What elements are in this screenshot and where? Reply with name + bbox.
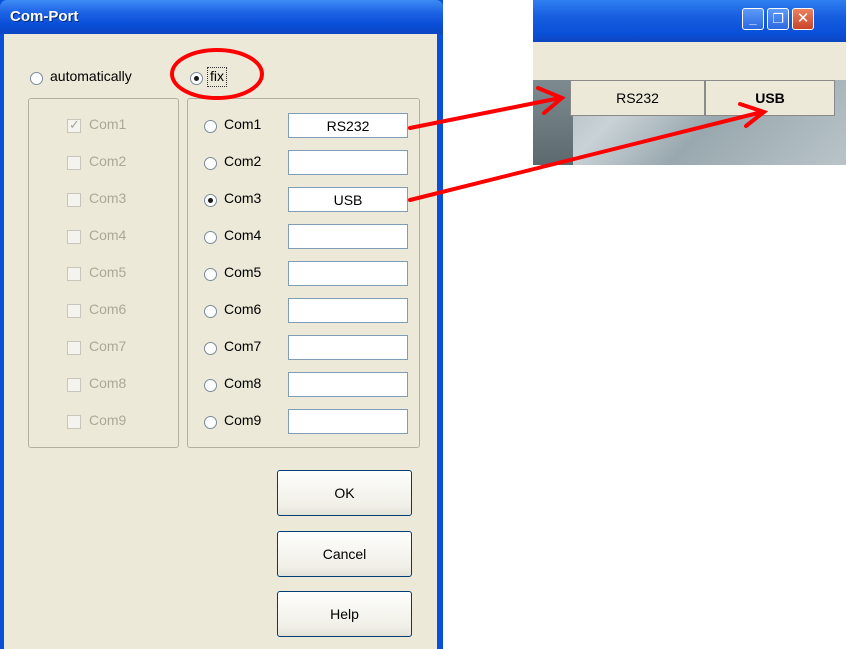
com6-radio[interactable] — [204, 305, 217, 318]
usb-button[interactable]: USB — [705, 80, 835, 116]
com9-checkbox-label: Com9 — [89, 412, 127, 428]
com9-name-field[interactable] — [288, 409, 408, 434]
auto-ports-group: Com1 Com2 Com3 Com4 Com5 Com6 — [28, 98, 179, 448]
help-button[interactable]: Help — [277, 591, 412, 637]
com7-radio[interactable] — [204, 342, 217, 355]
com1-name-field[interactable]: RS232 — [288, 113, 408, 138]
com7-checkbox-label: Com7 — [89, 338, 127, 354]
com9-checkbox[interactable] — [67, 415, 81, 429]
com4-name-field[interactable] — [288, 224, 408, 249]
fix-ports-group: Com1 RS232 Com2 Com3 USB Com4 Com5 Com6 … — [187, 98, 420, 448]
com8-checkbox-label: Com8 — [89, 375, 127, 391]
app-window-fragment: _ ❐ ✕ RS232 USB — [533, 0, 846, 165]
restore-icon[interactable]: ❐ — [767, 8, 789, 30]
com7-name-field[interactable] — [288, 335, 408, 360]
com6-name-field[interactable] — [288, 298, 408, 323]
background-shadow — [533, 80, 573, 165]
com7-radio-label: Com7 — [224, 338, 262, 354]
com2-name-field[interactable] — [288, 150, 408, 175]
toolbar-strip — [533, 42, 846, 80]
com5-radio-label: Com5 — [224, 264, 262, 280]
com2-checkbox-label: Com2 — [89, 153, 127, 169]
com4-radio[interactable] — [204, 231, 217, 244]
com1-radio[interactable] — [204, 120, 217, 133]
com2-radio-label: Com2 — [224, 153, 262, 169]
com5-name-field[interactable] — [288, 261, 408, 286]
dialog-title: Com-Port — [10, 8, 79, 25]
com7-checkbox[interactable] — [67, 341, 81, 355]
app-title-bar[interactable]: _ ❐ ✕ — [533, 0, 846, 42]
com4-checkbox-label: Com4 — [89, 227, 127, 243]
cancel-button[interactable]: Cancel — [277, 531, 412, 577]
com8-radio[interactable] — [204, 379, 217, 392]
com3-checkbox[interactable] — [67, 193, 81, 207]
com8-checkbox[interactable] — [67, 378, 81, 392]
com6-checkbox[interactable] — [67, 304, 81, 318]
rs232-button[interactable]: RS232 — [570, 80, 705, 116]
com9-radio-label: Com9 — [224, 412, 262, 428]
automatically-radio[interactable] — [30, 72, 43, 85]
fix-label: fix — [210, 68, 224, 84]
com4-radio-label: Com4 — [224, 227, 262, 243]
com-port-dialog: Com-Port automatically fix Com1 Com2 Com… — [0, 0, 443, 649]
com1-radio-label: Com1 — [224, 116, 262, 132]
com3-radio-label: Com3 — [224, 190, 262, 206]
com6-checkbox-label: Com6 — [89, 301, 127, 317]
minimize-icon[interactable]: _ — [742, 8, 764, 30]
com2-checkbox[interactable] — [67, 156, 81, 170]
dialog-body: automatically fix Com1 Com2 Com3 Com4 — [4, 34, 437, 649]
com3-name-field[interactable]: USB — [288, 187, 408, 212]
com6-radio-label: Com6 — [224, 301, 262, 317]
title-bar[interactable]: Com-Port — [0, 0, 443, 34]
com3-radio[interactable] — [204, 194, 217, 207]
ok-button[interactable]: OK — [277, 470, 412, 516]
com5-checkbox-label: Com5 — [89, 264, 127, 280]
com5-radio[interactable] — [204, 268, 217, 281]
automatically-label: automatically — [50, 68, 132, 84]
com1-checkbox-label: Com1 — [89, 116, 127, 132]
com3-checkbox-label: Com3 — [89, 190, 127, 206]
com5-checkbox[interactable] — [67, 267, 81, 281]
com8-name-field[interactable] — [288, 372, 408, 397]
close-icon[interactable]: ✕ — [792, 8, 814, 30]
fix-radio[interactable] — [190, 72, 203, 85]
com4-checkbox[interactable] — [67, 230, 81, 244]
com9-radio[interactable] — [204, 416, 217, 429]
com1-checkbox[interactable] — [67, 117, 81, 133]
com2-radio[interactable] — [204, 157, 217, 170]
com8-radio-label: Com8 — [224, 375, 262, 391]
